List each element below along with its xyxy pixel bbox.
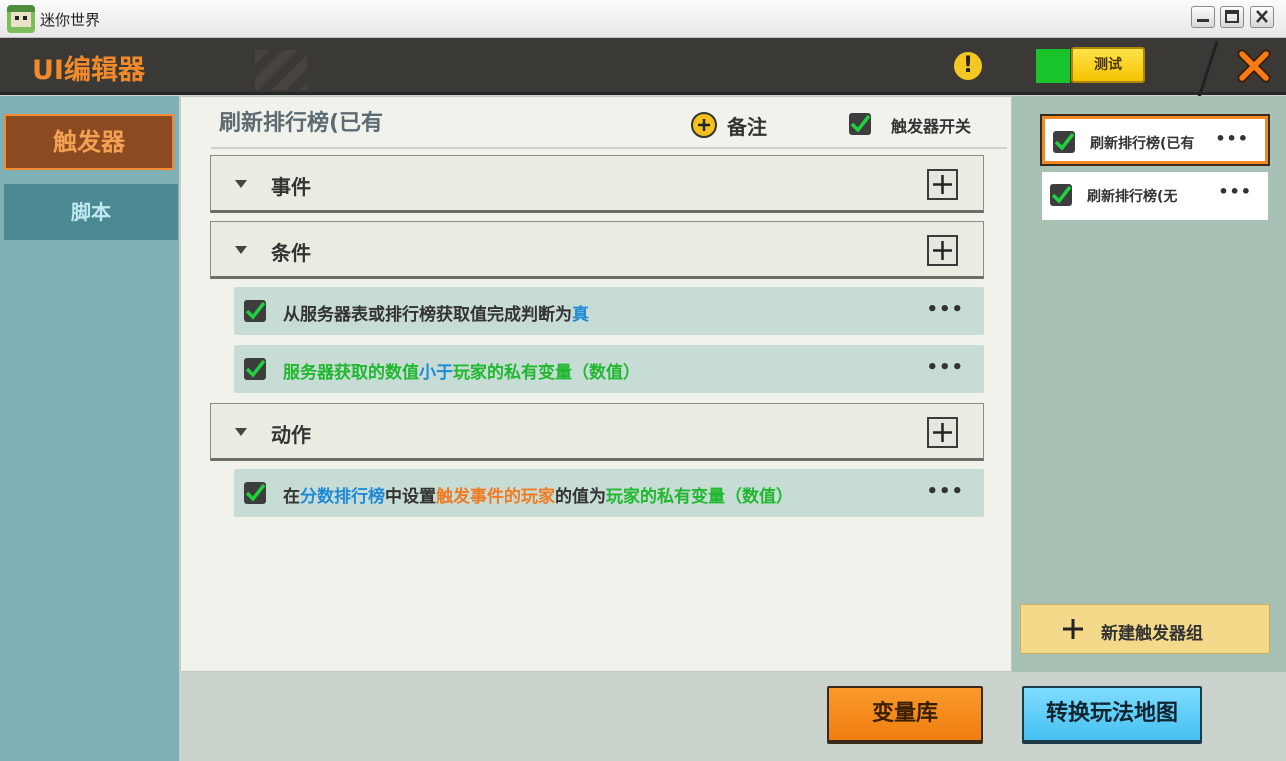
left-sidebar: 触发器 脚本 (0, 96, 179, 761)
text-segment: 服务器获取的数值 (283, 363, 419, 383)
trigger-group-item[interactable]: 刷新排行榜(无 ••• (1042, 172, 1268, 220)
add-condition-button[interactable] (927, 235, 958, 266)
add-event-button[interactable] (927, 169, 958, 200)
section-condition[interactable]: 条件 (210, 221, 984, 279)
trigger-switch-checkbox[interactable] (849, 113, 871, 135)
test-button[interactable]: 测试 (1071, 47, 1145, 83)
window-titlebar: 迷你世界 (0, 0, 1286, 38)
section-action-label: 动作 (271, 423, 311, 447)
add-action-button[interactable] (927, 417, 958, 448)
trigger-name[interactable]: 刷新排行榜(已有 (219, 105, 383, 137)
status-indicator (1036, 49, 1070, 83)
action-checkbox[interactable] (244, 482, 266, 504)
trigger-switch-label: 触发器开关 (891, 117, 972, 136)
more-options-button[interactable]: ••• (926, 299, 964, 320)
trigger-group-checkbox[interactable] (1053, 131, 1075, 153)
checkmark-icon (245, 483, 266, 502)
warning-icon[interactable]: ! (952, 50, 984, 82)
condition-checkbox[interactable] (244, 358, 266, 380)
trigger-group-item[interactable]: 刷新排行榜(已有 ••• (1040, 114, 1270, 166)
text-segment: 分数排行榜 (300, 487, 385, 507)
more-options-button[interactable]: ••• (926, 357, 964, 378)
section-condition-label: 条件 (271, 241, 311, 265)
text-segment: 玩家的私有变量（数值） (453, 363, 640, 383)
maximize-icon (1225, 10, 1239, 23)
condition-row[interactable]: 服务器获取的数值小于玩家的私有变量（数值） ••• (234, 345, 984, 393)
add-note-button[interactable] (691, 112, 717, 138)
section-event-label: 事件 (271, 175, 311, 199)
condition-text[interactable]: 服务器获取的数值小于玩家的私有变量（数值） (283, 358, 640, 383)
more-options-button[interactable]: ••• (926, 481, 964, 502)
close-x-icon (1237, 49, 1271, 83)
convert-map-button[interactable]: 转换玩法地图 (1022, 686, 1202, 744)
text-segment: 小于 (419, 363, 453, 383)
trigger-group-checkbox[interactable] (1050, 184, 1072, 206)
collapse-triangle-icon[interactable] (235, 180, 247, 188)
trigger-group-label: 刷新排行榜(已有 (1090, 136, 1195, 152)
action-text[interactable]: 在分数排行榜中设置触发事件的玩家的值为玩家的私有变量（数值） (283, 482, 793, 507)
tab-script[interactable]: 脚本 (4, 184, 178, 240)
action-row[interactable]: 在分数排行榜中设置触发事件的玩家的值为玩家的私有变量（数值） ••• (234, 469, 984, 517)
more-options-button[interactable]: ••• (1218, 182, 1252, 201)
header-separator (1196, 41, 1219, 101)
plus-icon (933, 423, 952, 442)
more-options-button[interactable]: ••• (1215, 129, 1249, 148)
trigger-group-panel: 刷新排行榜(已有 ••• 刷新排行榜(无 ••• 新建触发器组 (1012, 96, 1286, 672)
collapse-triangle-icon[interactable] (235, 428, 247, 436)
trigger-group-label: 刷新排行榜(无 (1087, 189, 1178, 205)
text-segment: 玩家的私有变量（数值） (606, 487, 793, 507)
new-trigger-group-button[interactable]: 新建触发器组 (1020, 604, 1270, 654)
header-decoration (255, 50, 307, 90)
close-icon (1256, 10, 1268, 23)
condition-row[interactable]: 从服务器表或排行榜获取值完成判断为真 ••• (234, 287, 984, 335)
text-segment: 真 (572, 305, 589, 325)
text-segment: 中设置 (385, 487, 436, 507)
window-title: 迷你世界 (40, 11, 101, 29)
plus-icon (933, 241, 952, 260)
plus-icon (1063, 619, 1083, 639)
trigger-editor: 刷新排行榜(已有 备注 触发器开关 事件 条件 从服务器表或排行榜获取值完成判断… (180, 96, 1012, 672)
checkmark-icon (1051, 185, 1072, 204)
window-close-button[interactable] (1250, 6, 1274, 28)
text-segment: 从服务器表或排行榜获取值完成判断为 (283, 305, 572, 325)
checkmark-icon (1054, 132, 1075, 151)
text-segment: 的值为 (555, 487, 606, 507)
condition-text[interactable]: 从服务器表或排行榜获取值完成判断为真 (283, 300, 589, 325)
text-segment: 触发事件的玩家 (436, 487, 555, 507)
text-segment: 在 (283, 487, 300, 507)
minimize-button[interactable] (1191, 6, 1215, 28)
plus-circle-icon (698, 119, 710, 131)
minimize-icon (1197, 19, 1209, 22)
plus-icon (933, 175, 952, 194)
note-label[interactable]: 备注 (727, 111, 767, 140)
title-divider (211, 147, 1007, 149)
editor-close-button[interactable] (1234, 46, 1274, 86)
maximize-button[interactable] (1220, 6, 1244, 28)
editor-title: UI编辑器 (32, 55, 145, 86)
section-event[interactable]: 事件 (210, 155, 984, 213)
collapse-triangle-icon[interactable] (235, 246, 247, 254)
variable-library-button[interactable]: 变量库 (827, 686, 983, 744)
condition-checkbox[interactable] (244, 300, 266, 322)
new-trigger-group-label: 新建触发器组 (1101, 624, 1203, 644)
editor-header: UI编辑器 ! 测试 (0, 38, 1286, 101)
app-logo-icon (7, 5, 35, 33)
checkmark-icon (245, 301, 266, 320)
tab-trigger[interactable]: 触发器 (4, 114, 174, 170)
section-action[interactable]: 动作 (210, 403, 984, 461)
checkmark-icon (245, 359, 266, 378)
checkmark-icon (850, 114, 871, 133)
bottom-toolbar: 变量库 转换玩法地图 (179, 672, 1286, 761)
